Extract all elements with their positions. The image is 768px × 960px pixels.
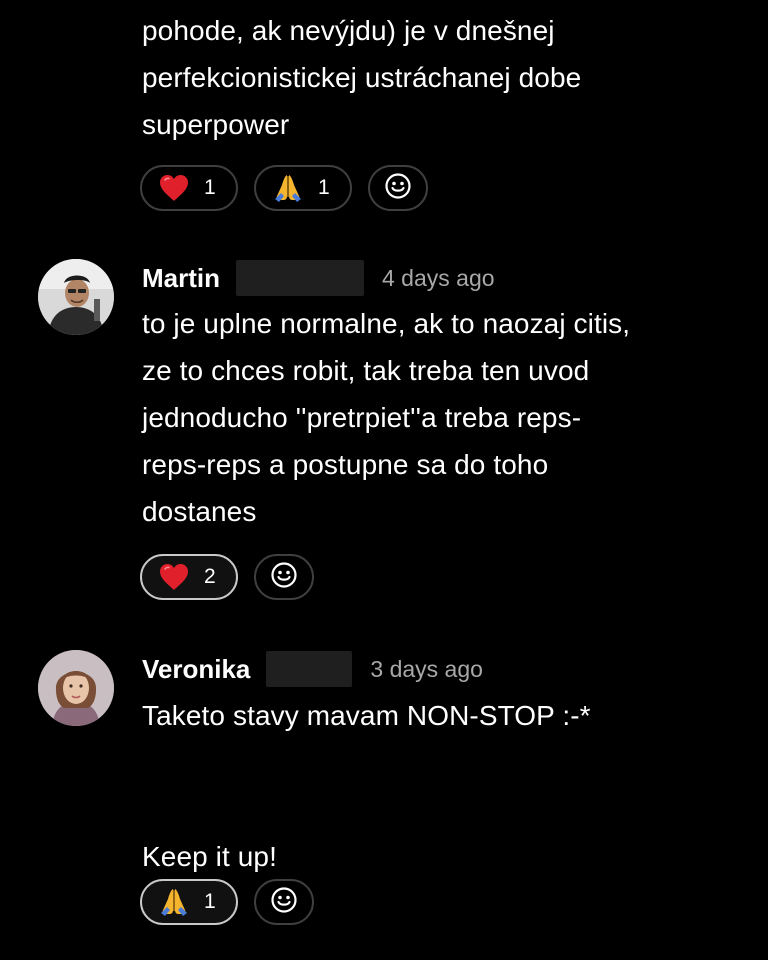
- folded-hands-icon: [272, 172, 304, 204]
- comment-text-line: dostanes: [142, 496, 257, 527]
- comment-text-line: pohode, ak nevýjdu) je v dnešnej: [142, 15, 555, 46]
- author-name[interactable]: Veronika: [142, 654, 250, 685]
- reaction-bar: 1 1: [140, 165, 428, 211]
- add-reaction-button[interactable]: [368, 165, 428, 211]
- comment-body: Taketo stavy mavam NON-STOP :-* Keep it …: [142, 692, 591, 880]
- redacted-surname: [236, 260, 364, 296]
- comments-thread: pohode, ak nevýjdu) je v dnešnej perfekc…: [0, 0, 768, 960]
- heart-icon: [158, 172, 190, 204]
- smiley-icon: [270, 561, 298, 594]
- comment-text-line: jednoducho ''pretrpiet''a treba reps-: [142, 402, 582, 433]
- add-reaction-button[interactable]: [254, 879, 314, 925]
- reaction-heart-button[interactable]: 1: [140, 165, 238, 211]
- comment-body: pohode, ak nevýjdu) je v dnešnej perfekc…: [142, 7, 581, 148]
- smiley-icon: [384, 172, 412, 205]
- avatar[interactable]: [38, 259, 114, 335]
- comment-text-line: perfekcionistickej ustráchanej dobe: [142, 62, 582, 93]
- comment-text-line: Keep it up!: [142, 841, 277, 872]
- comment-text-line: to je uplne normalne, ak to naozaj citis…: [142, 308, 631, 339]
- comment-timestamp: 4 days ago: [382, 264, 495, 291]
- reaction-pray-button[interactable]: 1: [140, 879, 238, 925]
- reaction-count: 1: [204, 890, 216, 913]
- comment-timestamp: 3 days ago: [370, 655, 483, 682]
- avatar[interactable]: [38, 650, 114, 726]
- add-reaction-button[interactable]: [254, 554, 314, 600]
- reaction-count: 1: [318, 176, 330, 199]
- comment-body: to je uplne normalne, ak to naozaj citis…: [142, 300, 630, 535]
- comment-text-line: ze to chces robit, tak treba ten uvod: [142, 355, 590, 386]
- redacted-surname: [266, 651, 353, 687]
- heart-icon: [158, 561, 190, 593]
- folded-hands-icon: [158, 886, 190, 918]
- reaction-heart-button[interactable]: 2: [140, 554, 238, 600]
- reaction-bar: 2: [140, 554, 314, 600]
- smiley-icon: [270, 886, 298, 919]
- comment-text-line: reps-reps a postupne sa do toho: [142, 449, 549, 480]
- comment-header: Veronika 3 days ago: [142, 649, 483, 689]
- comment-text-line: Taketo stavy mavam NON-STOP :-*: [142, 700, 591, 731]
- comment-blank-line: [142, 786, 591, 833]
- author-name[interactable]: Martin: [142, 263, 220, 294]
- comment-header: Martin 4 days ago: [142, 258, 495, 298]
- comment-text-line: superpower: [142, 109, 290, 140]
- comment-blank-line: [142, 739, 591, 786]
- reaction-count: 2: [204, 565, 216, 588]
- reaction-bar: 1: [140, 879, 314, 925]
- reaction-count: 1: [204, 176, 216, 199]
- reaction-pray-button[interactable]: 1: [254, 165, 352, 211]
